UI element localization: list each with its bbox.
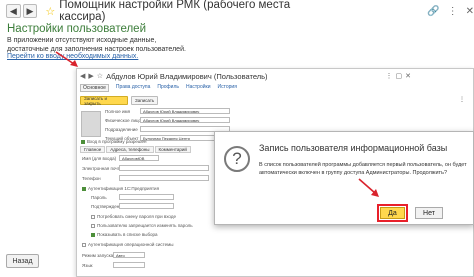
user-form-title: Абдулов Юрий Владимирович (Пользователь) — [106, 71, 268, 81]
cannot-change-row: Пользователю запрещается изменять пароль — [91, 223, 193, 228]
tab-access[interactable]: Права доступа — [116, 84, 150, 92]
info-text: В приложении отсутствуют исходные данные… — [7, 37, 186, 53]
os-auth-checkbox[interactable] — [82, 242, 86, 247]
language-label: Язык — [82, 263, 93, 268]
title-bar: ◀ ▶ ☆ Помощник настройки РМК (рабочего м… — [0, 0, 474, 23]
auth-1c-label: Аутентификация 1С:Предприятия — [88, 186, 160, 191]
password-label: Пароль — [91, 195, 107, 200]
tab-settings[interactable]: Настройки — [186, 84, 211, 92]
person-label: Физическое лицо — [105, 118, 142, 123]
save-close-button[interactable]: Записать и закрыть — [80, 96, 128, 106]
user-form-titlebar: ◀ ▶ ☆ Абдулов Юрий Владимирович (Пользов… — [77, 69, 473, 83]
page-title: Настройки пользователей — [7, 23, 146, 35]
auth-1c-checkbox[interactable] — [82, 186, 86, 191]
subtab-contacts[interactable]: Адреса, телефоны — [106, 146, 154, 153]
yes-button[interactable]: Да — [380, 207, 405, 219]
back-button[interactable]: Назад — [6, 254, 39, 268]
annotation-arrow-yes-icon — [358, 178, 379, 197]
annotation-arrow-icon — [55, 51, 78, 67]
access-checkbox-label: Вход в программу разрешен — [87, 139, 147, 144]
no-button[interactable]: Нет — [415, 207, 443, 219]
question-icon: ? — [224, 146, 250, 172]
user-form-subtabs: Главное Адреса, телефоны Комментарий — [80, 146, 192, 153]
auth-1c-row: Аутентификация 1С:Предприятия — [82, 186, 159, 191]
access-checkbox[interactable] — [81, 139, 85, 144]
email-label: Электронная почта — [82, 166, 123, 171]
forward-arrow-icon[interactable]: ▶ — [88, 72, 93, 80]
show-in-list-checkbox[interactable] — [91, 232, 95, 237]
tab-main[interactable]: Основное — [80, 84, 109, 92]
os-auth-row: Аутентификация операционной системы — [82, 242, 173, 247]
tab-history[interactable]: История — [218, 84, 237, 92]
email-field[interactable] — [119, 165, 209, 171]
show-in-list-label: Показывать в списке выбора — [97, 232, 158, 237]
require-change-checkbox[interactable] — [91, 214, 95, 219]
link-icon[interactable]: 🔗 — [427, 6, 439, 17]
full-name-field[interactable]: Абдулов Юрий Владимирович — [140, 108, 230, 114]
back-arrow-icon[interactable]: ◀ — [80, 72, 85, 80]
user-form-toolbar: Записать и закрыть Записать — [80, 96, 161, 106]
cannot-change-checkbox[interactable] — [91, 223, 95, 228]
star-icon[interactable]: ☆ — [97, 72, 103, 80]
tab-profile[interactable]: Профиль — [157, 84, 179, 92]
login-field[interactable]: АбдуловЮВ — [119, 155, 159, 161]
full-name-label: Полное имя — [105, 109, 131, 114]
maximize-icon[interactable]: ▢ — [396, 72, 403, 80]
more-icon[interactable]: ⋮ — [459, 96, 465, 103]
user-photo — [81, 111, 101, 137]
login-label: Имя (для входа) — [82, 156, 117, 161]
subtab-comment[interactable]: Комментарий — [154, 146, 191, 153]
back-nav-button[interactable]: ◀ — [6, 4, 21, 18]
dialog-message: В список пользователей программы добавля… — [259, 162, 467, 176]
menu-icon[interactable]: ⋮ — [448, 6, 458, 17]
forward-nav-button[interactable]: ▶ — [22, 4, 38, 18]
language-select[interactable] — [113, 262, 145, 268]
confirm-dialog: ? Запись пользователя информационной баз… — [214, 131, 474, 225]
arrow-right-icon: ▶ — [26, 5, 34, 16]
subtab-main[interactable]: Главное — [80, 146, 106, 153]
close-icon[interactable]: ✕ — [405, 72, 411, 80]
os-auth-label: Аутентификация операционной системы — [88, 242, 174, 247]
dialog-title: Запись пользователя информационной базы — [259, 143, 448, 153]
phone-field[interactable] — [119, 175, 209, 181]
access-row: Вход в программу разрешен — [81, 139, 147, 144]
close-icon[interactable]: ✕ — [466, 6, 474, 17]
window-title: Помощник настройки РМК (рабочего места к… — [59, 0, 291, 23]
cannot-change-label: Пользователю запрещается изменять пароль — [97, 223, 193, 228]
department-label: Подразделение — [105, 127, 138, 132]
phone-label: Телефон — [82, 176, 101, 181]
star-icon[interactable]: ☆ — [45, 5, 55, 18]
require-change-row: Потребовать смену пароля при входе — [91, 214, 176, 219]
run-mode-label: Режим запуска — [82, 253, 114, 258]
confirm-field[interactable] — [119, 203, 174, 209]
arrow-left-icon: ◀ — [9, 5, 17, 16]
show-in-list-row: Показывать в списке выбора — [91, 232, 158, 237]
password-field[interactable] — [119, 194, 174, 200]
screen: ◀ ▶ ☆ Помощник настройки РМК (рабочего м… — [0, 0, 474, 277]
run-mode-select[interactable]: Авто — [113, 252, 145, 258]
user-form-tabs: Основное Права доступа Профиль Настройки… — [80, 84, 244, 92]
menu-icon[interactable]: ⋮ — [386, 72, 393, 80]
write-button[interactable]: Записать — [131, 96, 159, 105]
person-field[interactable]: Абдулов Юрий Владимирович — [140, 117, 230, 123]
require-change-label: Потребовать смену пароля при входе — [97, 214, 176, 219]
